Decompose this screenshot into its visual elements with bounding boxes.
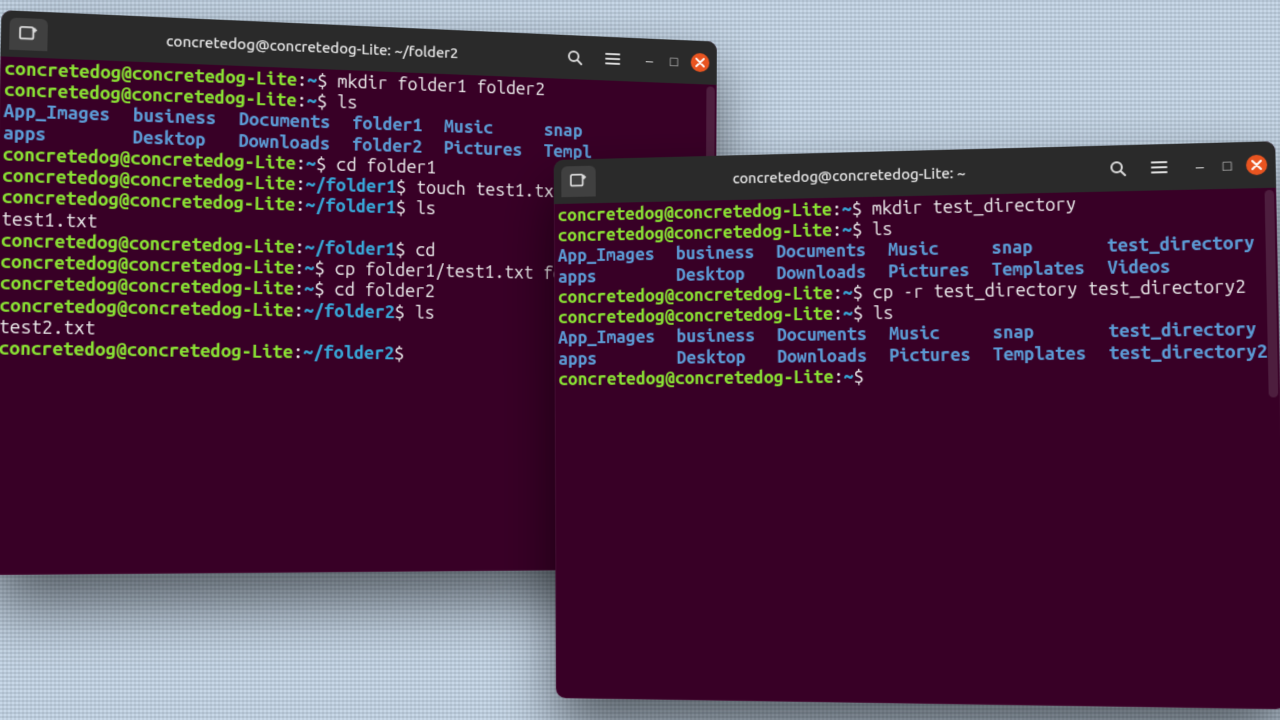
new-tab-button[interactable] bbox=[9, 18, 48, 52]
minimize-button[interactable]: – bbox=[642, 53, 657, 69]
window-title: concretedog@concretedog-Lite: ~ bbox=[611, 160, 1094, 188]
new-tab-button[interactable] bbox=[561, 166, 595, 198]
close-button[interactable] bbox=[1246, 155, 1268, 176]
search-icon[interactable] bbox=[558, 42, 591, 72]
minimize-button[interactable]: – bbox=[1191, 158, 1208, 175]
ls-output: App_ImagesappsbusinessDesktopDocumentsDo… bbox=[558, 319, 1275, 369]
search-icon[interactable] bbox=[1100, 153, 1136, 184]
hamburger-menu-icon[interactable] bbox=[1141, 152, 1177, 183]
maximize-button[interactable]: □ bbox=[666, 54, 681, 70]
close-button[interactable] bbox=[691, 53, 710, 73]
terminal-window-home[interactable]: concretedog@concretedog-Lite: ~ – □ conc… bbox=[554, 141, 1280, 709]
hamburger-menu-icon[interactable] bbox=[596, 44, 628, 74]
terminal-body[interactable]: concretedog@concretedog-Lite:~$ mkdir te… bbox=[554, 188, 1280, 710]
maximize-button[interactable]: □ bbox=[1219, 157, 1236, 174]
window-title: concretedog@concretedog-Lite: ~/folder2 bbox=[64, 27, 552, 64]
